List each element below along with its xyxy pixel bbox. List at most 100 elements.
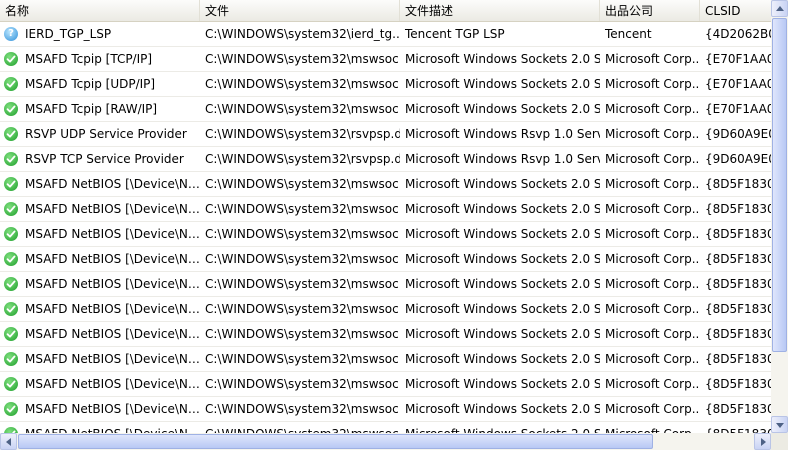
- horizontal-scroll-thumb[interactable]: [18, 434, 653, 449]
- table-row[interactable]: MSAFD Tcpip [RAW/IP] C:\WINDOWS\system32\…: [0, 97, 771, 122]
- table-row[interactable]: MSAFD Tcpip [TCP/IP] C:\WINDOWS\system32\…: [0, 47, 771, 72]
- cell-name: MSAFD NetBIOS [\Device\Ne...: [0, 322, 200, 346]
- cell-file: C:\WINDOWS\system32\mswsoc...: [205, 302, 400, 316]
- table-row[interactable]: RSVP TCP Service Provider C:\WINDOWS\syst…: [0, 147, 771, 172]
- row-name-text: MSAFD Tcpip [UDP/IP]: [25, 77, 156, 91]
- cell-company: Microsoft Corp...: [605, 177, 700, 191]
- column-header-name[interactable]: 名称: [0, 0, 200, 21]
- scroll-right-button[interactable]: [754, 433, 771, 450]
- cell-file: C:\WINDOWS\system32\mswsoc...: [205, 52, 400, 66]
- cell-name: RSVP TCP Service Provider: [0, 147, 200, 171]
- table-row[interactable]: ? IERD_TGP_LSP C:\WINDOWS\system32\ierd_tg…: [0, 22, 771, 47]
- cell-description: Microsoft Windows Sockets 2.0 S...: [405, 227, 600, 241]
- cell-company: Microsoft Corp...: [605, 202, 700, 216]
- table-row[interactable]: MSAFD NetBIOS [\Device\Ne...C:\WINDOWS\s…: [0, 172, 771, 197]
- cell-clsid: {8D5F1830-: [705, 377, 771, 391]
- cell-file: C:\WINDOWS\system32\mswsoc...: [205, 77, 400, 91]
- cell-clsid: {4D2062B0-: [705, 27, 771, 41]
- cell-description: Microsoft Windows Sockets 2.0 S...: [405, 77, 600, 91]
- cell-company: Microsoft Corp...: [605, 227, 700, 241]
- column-header-company[interactable]: 出品公司: [600, 0, 700, 21]
- check-icon: [4, 302, 18, 316]
- table-row[interactable]: MSAFD NetBIOS [\Device\Ne... C:\WINDOWS\s…: [0, 322, 771, 347]
- arrow-right-icon: [761, 438, 766, 446]
- row-name-text: MSAFD NetBIOS [\Device\Ne...: [25, 202, 200, 216]
- cell-description: Microsoft Windows Sockets 2.0 S...: [405, 402, 600, 416]
- cell-name: MSAFD Tcpip [RAW/IP]: [0, 97, 200, 121]
- cell-name: MSAFD NetBIOS [\Device\Ne...: [0, 347, 200, 371]
- cell-clsid: {9D60A9E0-: [705, 152, 771, 166]
- cell-clsid: {8D5F1830-: [705, 202, 771, 216]
- cell-company: Microsoft Corp...: [605, 377, 700, 391]
- cell-description: Microsoft Windows Sockets 2.0 S...: [405, 102, 600, 116]
- cell-description: Microsoft Windows Sockets 2.0 S...: [405, 327, 600, 341]
- table-row[interactable]: MSAFD NetBIOS [\Device\Ne...C:\WINDOWS\s…: [0, 397, 771, 422]
- cell-company: Microsoft Corp...: [605, 152, 700, 166]
- cell-company: Microsoft Corp...: [605, 77, 700, 91]
- cell-file: C:\WINDOWS\system32\mswsoc...: [205, 227, 400, 241]
- horizontal-scrollbar[interactable]: [0, 433, 771, 450]
- table-row[interactable]: MSAFD NetBIOS [\Device\Ne... C:\WINDOWS\s…: [0, 222, 771, 247]
- cell-clsid: {8D5F1830-: [705, 302, 771, 316]
- cell-description: Microsoft Windows Sockets 2.0 S...: [405, 377, 600, 391]
- cell-description: Microsoft Windows Sockets 2.0 S...: [405, 352, 600, 366]
- cell-clsid: {E70F1AA0-: [705, 102, 771, 116]
- cell-name: MSAFD NetBIOS [\Device\Ne...: [0, 222, 200, 246]
- table-row[interactable]: MSAFD NetBIOS [\Device\Ne...C:\WINDOWS\s…: [0, 372, 771, 397]
- row-name-text: MSAFD NetBIOS [\Device\Ne...: [25, 277, 200, 291]
- cell-clsid: {8D5F1830-: [705, 277, 771, 291]
- cell-description: Microsoft Windows Rsvp 1.0 Serv...: [405, 152, 600, 166]
- cell-description: Microsoft Windows Rsvp 1.0 Serv...: [405, 127, 600, 141]
- cell-description: Microsoft Windows Sockets 2.0 S...: [405, 177, 600, 191]
- arrow-up-icon: [776, 6, 784, 11]
- cell-file: C:\WINDOWS\system32\mswsoc...: [205, 252, 400, 266]
- row-name-text: MSAFD Tcpip [RAW/IP]: [25, 102, 158, 116]
- cell-company: Tencent: [605, 27, 652, 41]
- cell-company: Microsoft Corp...: [605, 352, 700, 366]
- table-row[interactable]: MSAFD Tcpip [UDP/IP] C:\WINDOWS\system32\…: [0, 72, 771, 97]
- table-row[interactable]: MSAFD NetBIOS [\Device\Ne... C:\WINDOWS\s…: [0, 347, 771, 372]
- vertical-scroll-thumb[interactable]: [772, 18, 787, 352]
- check-icon: [4, 77, 18, 91]
- column-header-description[interactable]: 文件描述: [400, 0, 600, 21]
- cell-name: MSAFD NetBIOS [\Device\Ne...: [0, 372, 200, 396]
- column-header-clsid[interactable]: CLSID: [700, 0, 771, 21]
- row-name-text: MSAFD NetBIOS [\Device\Ne...: [25, 227, 200, 241]
- scroll-up-button[interactable]: [771, 0, 788, 17]
- lsp-list-view: 名称 文件 文件描述 出品公司 CLSID ? IERD_TGP_LSP C:\WI…: [0, 0, 788, 450]
- vertical-scrollbar[interactable]: [771, 0, 788, 433]
- scroll-left-button[interactable]: [0, 433, 17, 450]
- table-row[interactable]: MSAFD NetBIOS [\Device\Ne...C:\WINDOWS\s…: [0, 197, 771, 222]
- cell-company: Microsoft Corp...: [605, 402, 700, 416]
- arrow-left-icon: [6, 438, 11, 446]
- check-icon: [4, 177, 18, 191]
- help-icon: ?: [4, 27, 18, 41]
- cell-file: C:\WINDOWS\system32\mswsoc...: [205, 277, 400, 291]
- cell-company: Microsoft Corp...: [605, 52, 700, 66]
- cell-description: Microsoft Windows Sockets 2.0 S...: [405, 302, 600, 316]
- row-name-text: RSVP UDP Service Provider: [25, 127, 187, 141]
- table-row[interactable]: MSAFD NetBIOS [\Device\Ne... C:\WINDOWS\s…: [0, 272, 771, 297]
- cell-clsid: {8D5F1830-: [705, 352, 771, 366]
- cell-company: Microsoft Corp...: [605, 102, 700, 116]
- cell-file: C:\WINDOWS\system32\mswsoc...: [205, 352, 400, 366]
- check-icon: [4, 402, 18, 416]
- column-header-file[interactable]: 文件: [200, 0, 400, 21]
- cell-file: C:\WINDOWS\system32\mswsoc...: [205, 327, 400, 341]
- table-row[interactable]: MSAFD NetBIOS [\Device\Ne...C:\WINDOWS\s…: [0, 422, 771, 433]
- row-name-text: MSAFD NetBIOS [\Device\Ne...: [25, 422, 200, 433]
- check-icon: [4, 52, 18, 66]
- check-icon: [4, 202, 18, 216]
- cell-name: MSAFD NetBIOS [\Device\Ne...: [0, 247, 200, 271]
- cell-file: C:\WINDOWS\system32\mswsoc...: [200, 422, 400, 433]
- scroll-down-button[interactable]: [771, 416, 788, 433]
- table-row[interactable]: MSAFD NetBIOS [\Device\Ne... C:\WINDOWS\s…: [0, 247, 771, 272]
- table-row[interactable]: MSAFD NetBIOS [\Device\Ne... C:\WINDOWS\s…: [0, 297, 771, 322]
- cell-name: MSAFD NetBIOS [\Device\Ne...: [0, 297, 200, 321]
- cell-clsid: {E70F1AA0-: [705, 52, 771, 66]
- cell-name: MSAFD NetBIOS [\Device\Ne...: [0, 197, 200, 221]
- cell-file: C:\WINDOWS\system32\mswsoc...: [205, 402, 400, 416]
- column-header-row: 名称 文件 文件描述 出品公司 CLSID: [0, 0, 771, 22]
- table-row[interactable]: RSVP UDP Service Provider C:\WINDOWS\syst…: [0, 122, 771, 147]
- cell-clsid: {E70F1AA0-: [705, 77, 771, 91]
